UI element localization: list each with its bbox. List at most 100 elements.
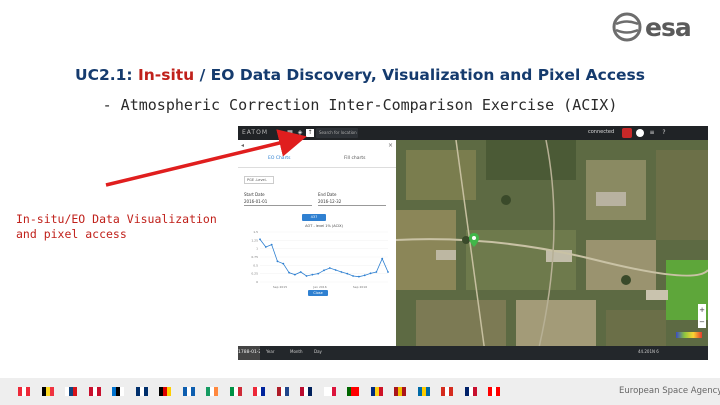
esa-logo-mark-icon (612, 12, 642, 42)
data-point[interactable] (323, 269, 325, 272)
data-point[interactable] (358, 275, 360, 278)
upload-icon[interactable]: ↑ (306, 129, 314, 137)
data-point[interactable] (317, 272, 320, 275)
slide-title: UC2.1: In-situ / EO Data Discovery, Visu… (0, 66, 720, 84)
app-topbar: EATOM ▦ ◈ ↑ Search for location connecte… (238, 126, 708, 140)
member-flag-icon (253, 387, 265, 396)
app-screenshot: + − EATOM ▦ ◈ ↑ Search for location conn… (238, 126, 708, 360)
location-search-input[interactable]: Search for location (316, 128, 358, 138)
grid-icon[interactable]: ▦ (286, 129, 294, 137)
member-flag-icon (394, 387, 406, 396)
member-flag-icon (417, 387, 430, 396)
settings-icon[interactable] (622, 128, 632, 138)
chart-title: AOT - level 1% (ACIX) (305, 224, 343, 228)
aot-line-chart: AOT - level 1% (ACIX) 1.5 1.25 1 0.75 0.5 0.2… (251, 224, 389, 289)
slide-subtitle: - Atmospheric Correction Inter-Compariso… (102, 96, 618, 114)
member-flag-icon (370, 387, 383, 396)
x-tick-label: Sep 2015 (273, 285, 287, 289)
member-flag-icon (112, 387, 124, 396)
member-flag-icon (88, 387, 101, 396)
data-point[interactable] (363, 274, 366, 277)
y-tick-label: 0 (256, 280, 258, 284)
panel-back-icon[interactable]: ◂ (241, 142, 244, 149)
timeline-month[interactable]: Month (290, 349, 303, 354)
data-point[interactable] (294, 273, 296, 276)
start-date-label: Start Date (244, 192, 265, 197)
y-tick-label: 0.75 (251, 255, 258, 259)
color-scale-legend (676, 332, 702, 338)
end-date-input[interactable]: 2016-12-32 (318, 198, 386, 206)
member-flag-icon (159, 387, 171, 396)
member-flag-icon (135, 387, 148, 396)
member-flag-icon (323, 387, 336, 396)
panel-close-icon[interactable]: × (388, 142, 393, 149)
member-flag-icon (206, 387, 218, 396)
data-point[interactable] (375, 271, 378, 273)
data-point[interactable] (264, 246, 267, 248)
menu-icon[interactable]: ≡ (648, 129, 656, 137)
data-point[interactable] (259, 238, 261, 241)
tab-eo-charts[interactable]: EO Charts (268, 156, 291, 161)
account-status[interactable]: connected (588, 129, 614, 135)
y-tick-label: 1.25 (251, 238, 258, 242)
data-point[interactable] (328, 267, 331, 269)
time-slider[interactable]: 1788-01-22 Year Month Day 44.201N 6 (238, 346, 708, 360)
title-prefix: UC2.1: (74, 66, 138, 84)
tab-fill-charts[interactable]: Fill charts (344, 156, 366, 161)
data-point[interactable] (270, 243, 273, 246)
data-point[interactable] (276, 260, 279, 263)
help-icon[interactable]: ? (660, 129, 668, 137)
data-point[interactable] (352, 275, 354, 277)
timeline-year[interactable]: Year (266, 349, 274, 354)
esa-logo: esa (612, 10, 712, 44)
chart-panel: ◂ × EO Charts Fill charts PGE -Level- St… (238, 140, 396, 346)
data-point[interactable] (288, 271, 290, 274)
panel-tabs: EO Charts Fill charts (238, 154, 396, 168)
title-suffix: / EO Data Discovery, Visualization and P… (194, 66, 645, 84)
zoom-out-icon[interactable]: − (698, 316, 706, 328)
zoom-controls: + − (698, 304, 706, 328)
timeline-date[interactable]: 1788-01-22 (238, 346, 260, 360)
member-flag-icon (18, 387, 30, 396)
data-point[interactable] (369, 272, 372, 275)
caption-in-situ-visualization: In-situ/EO Data Visualization and pixel … (16, 212, 217, 241)
x-tick-label: Sep 2016 (353, 285, 367, 289)
data-point[interactable] (340, 271, 343, 273)
member-flag-icon (464, 387, 477, 396)
data-point[interactable] (381, 257, 384, 260)
product-select[interactable]: PGE -Level- (244, 176, 274, 184)
chart-close-button[interactable]: Close (308, 290, 328, 296)
layers-icon[interactable]: ◈ (296, 129, 304, 137)
y-tick-label: 0.5 (253, 263, 258, 267)
member-flag-icon (229, 387, 242, 396)
esa-logo-word: esa (645, 13, 692, 42)
data-point[interactable] (387, 271, 389, 273)
user-avatar-icon[interactable] (636, 129, 644, 137)
data-point[interactable] (282, 262, 285, 265)
map-coordinates: 44.201N 6 (638, 349, 659, 354)
start-date-input[interactable]: 2016-01-01 (244, 198, 312, 206)
data-point[interactable] (334, 269, 337, 271)
data-point[interactable] (305, 275, 308, 277)
member-flag-icon (488, 387, 500, 396)
member-flag-icon (41, 387, 54, 396)
member-flag-icon (347, 387, 359, 396)
title-highlight: In-situ (138, 66, 195, 84)
satellite-map[interactable] (395, 139, 708, 360)
map-marker-icon[interactable] (469, 233, 479, 247)
satellite-map-imagery (395, 139, 708, 360)
end-date-label: End Date (318, 192, 337, 197)
y-tick-label: 1 (256, 247, 258, 251)
y-tick-label: 0.25 (251, 272, 258, 276)
data-point[interactable] (346, 272, 349, 275)
y-tick-label: 1.5 (253, 230, 258, 234)
x-tick-label: Jan 2016 (312, 285, 326, 289)
member-flag-icon (65, 387, 77, 396)
member-flag-icon (300, 387, 312, 396)
data-point[interactable] (299, 271, 302, 273)
timeline-day[interactable]: Day (314, 349, 322, 354)
data-point[interactable] (311, 273, 314, 276)
zoom-in-icon[interactable]: + (698, 304, 706, 316)
member-flag-icon (276, 387, 289, 396)
app-logo: EATOM (242, 129, 268, 136)
